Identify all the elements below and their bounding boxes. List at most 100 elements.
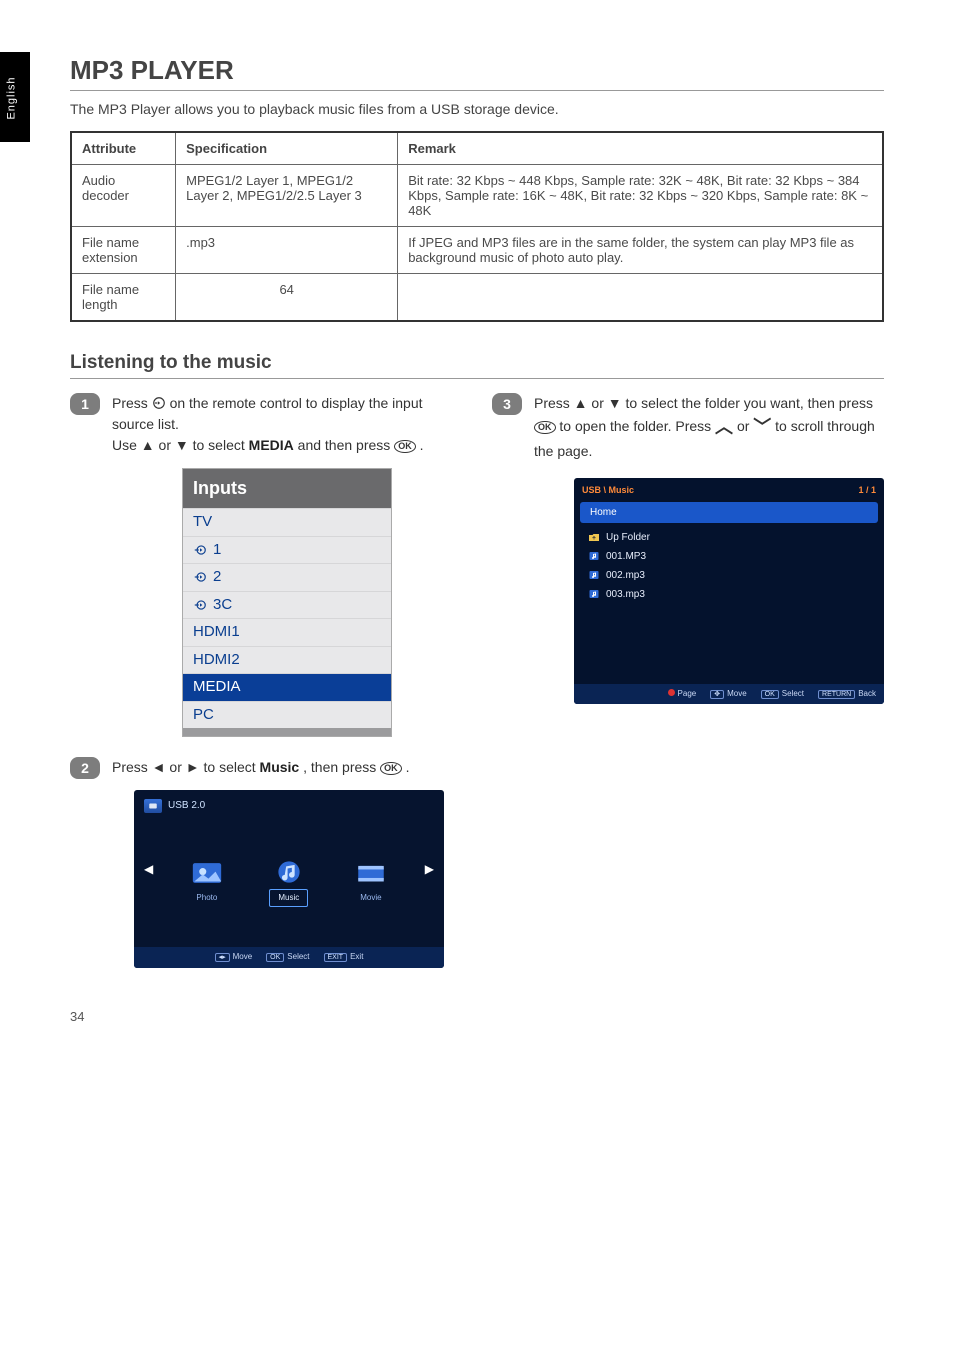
left-arrow-icon[interactable]: ◀ — [144, 860, 153, 878]
ok-key-icon: OK — [380, 762, 402, 775]
input-item-label: 3C — [213, 594, 232, 617]
hint-label: Select — [287, 952, 309, 961]
side-language-tab-label: English — [6, 76, 18, 119]
hint-bar: Page ✥Move OKSelect RETURNBack — [574, 684, 884, 705]
hint-key: ✥ — [710, 690, 724, 699]
hint-item: ✥Move — [710, 688, 746, 701]
chevron-down-icon: ﹀ — [753, 414, 771, 441]
spec-cell-spec: 64 — [176, 274, 398, 322]
av-plug-icon — [193, 570, 207, 584]
usb-drive-icon — [144, 799, 162, 813]
list-item-label: 001.MP3 — [606, 549, 646, 564]
hint-item: OKSelect — [761, 688, 804, 701]
media-tile-movie[interactable]: Movie — [352, 858, 389, 906]
hint-item: OKSelect — [266, 951, 309, 964]
list-item-label: Up Folder — [606, 530, 650, 545]
hint-label: Exit — [350, 952, 363, 961]
red-hint-dot-icon — [668, 689, 675, 696]
spec-cell-attr: File name length — [71, 274, 176, 322]
list-item-label: 002.mp3 — [606, 568, 645, 583]
hint-key: RETURN — [818, 690, 855, 699]
step-1-body: Press on the remote control to display t… — [112, 393, 460, 737]
ok-key-icon: OK — [394, 440, 416, 453]
inputs-panel-footer — [183, 728, 391, 736]
media-type-screenshot: USB 2.0 ◀ — [134, 790, 444, 968]
hint-label: Back — [858, 689, 876, 698]
right-arrow-icon[interactable]: ▶ — [425, 860, 434, 878]
hint-label: Page — [678, 689, 697, 698]
spec-row: File name length 64 — [71, 274, 883, 322]
input-item-tv[interactable]: TV — [183, 508, 391, 536]
input-item-media[interactable]: MEDIA — [183, 673, 391, 701]
step-1-line2-mid: and then press — [298, 437, 395, 453]
music-browser-screenshot: USB \ Music 1 / 1 Home Up Folder — [574, 478, 884, 704]
spec-row: Audio decoder MPEG1/2 Layer 1, MPEG1/2 L… — [71, 165, 883, 227]
step-1-line2-bold: MEDIA — [249, 437, 294, 453]
input-item-pc[interactable]: PC — [183, 701, 391, 729]
hint-label: Move — [233, 952, 253, 961]
hint-label: Move — [727, 689, 747, 698]
hint-key: OK — [761, 690, 779, 699]
input-item-av3c[interactable]: 3C — [183, 591, 391, 619]
input-item-label: 2 — [213, 566, 221, 589]
av-plug-icon — [193, 543, 207, 557]
step-1-line1-pre: Press — [112, 395, 152, 411]
chevron-up-icon: ︿ — [715, 414, 733, 441]
list-item[interactable]: 001.MP3 — [574, 547, 884, 566]
step-2-pre: Press ◄ or ► to select — [112, 759, 260, 775]
input-item-hdmi2[interactable]: HDMI2 — [183, 646, 391, 674]
inputs-panel-screenshot: Inputs TV 1 — [182, 468, 392, 737]
spec-row: File name extension .mp3 If JPEG and MP3… — [71, 227, 883, 274]
spec-th-attribute: Attribute — [71, 132, 176, 165]
list-item[interactable]: Up Folder — [574, 528, 884, 547]
media-tile-photo[interactable]: Photo — [188, 858, 225, 906]
av-plug-icon — [193, 598, 207, 612]
page-number: 34 — [70, 1009, 84, 1024]
hint-label: Select — [782, 689, 804, 698]
music-file-icon — [588, 589, 600, 599]
step-3-or: or — [737, 418, 753, 434]
spec-table-header-row: Attribute Specification Remark — [71, 132, 883, 165]
usb-device-label: USB 2.0 — [168, 798, 205, 813]
step-3-post: to open the folder. Press — [559, 418, 715, 434]
breadcrumb: USB \ Music — [582, 484, 634, 498]
hint-key: OK — [266, 953, 284, 962]
spec-cell-remark: If JPEG and MP3 files are in the same fo… — [398, 227, 883, 274]
ok-key-icon: OK — [534, 421, 556, 434]
step-number-badge: 1 — [70, 393, 100, 415]
spec-table: Attribute Specification Remark Audio dec… — [70, 131, 884, 322]
selected-row[interactable]: Home — [580, 502, 878, 523]
list-item[interactable]: 002.mp3 — [574, 566, 884, 585]
spec-cell-attr: File name extension — [71, 227, 176, 274]
selected-row-label: Home — [590, 507, 617, 518]
input-item-av2[interactable]: 2 — [183, 563, 391, 591]
photo-tile-icon — [190, 858, 224, 888]
spec-th-specification: Specification — [176, 132, 398, 165]
input-source-icon — [152, 395, 166, 409]
input-item-hdmi1[interactable]: HDMI1 — [183, 618, 391, 646]
step-2-body: Press ◄ or ► to select Music , then pres… — [112, 757, 460, 968]
step-1: 1 Press on the remote control to display… — [70, 393, 460, 737]
step-3-pre: Press ▲ or ▼ to select the folder you wa… — [534, 395, 873, 411]
input-item-label: PC — [193, 704, 214, 727]
step-3: 3 Press ▲ or ▼ to select the folder you … — [492, 393, 884, 704]
hint-key: EXIT — [324, 953, 348, 962]
spec-cell-spec: .mp3 — [176, 227, 398, 274]
media-tile-music[interactable]: Music — [269, 857, 308, 907]
step-1-line2-post: . — [420, 437, 424, 453]
input-item-label: MEDIA — [193, 676, 241, 699]
page-title: MP3 PLAYER — [70, 55, 884, 91]
list-item[interactable]: 003.mp3 — [574, 585, 884, 604]
music-tile-icon — [272, 857, 306, 887]
media-tile-label: Movie — [352, 890, 389, 906]
input-item-av1[interactable]: 1 — [183, 536, 391, 564]
step-2: 2 Press ◄ or ► to select Music , then pr… — [70, 757, 460, 968]
input-item-label: 1 — [213, 539, 221, 562]
media-tile-label: Photo — [188, 890, 225, 906]
input-item-label: HDMI1 — [193, 621, 240, 644]
step-number-badge: 2 — [70, 757, 100, 779]
step-2-post: . — [406, 759, 410, 775]
spec-cell-spec: MPEG1/2 Layer 1, MPEG1/2 Layer 2, MPEG1/… — [176, 165, 398, 227]
spec-cell-remark: Bit rate: 32 Kbps ~ 448 Kbps, Sample rat… — [398, 165, 883, 227]
music-file-icon — [588, 551, 600, 561]
